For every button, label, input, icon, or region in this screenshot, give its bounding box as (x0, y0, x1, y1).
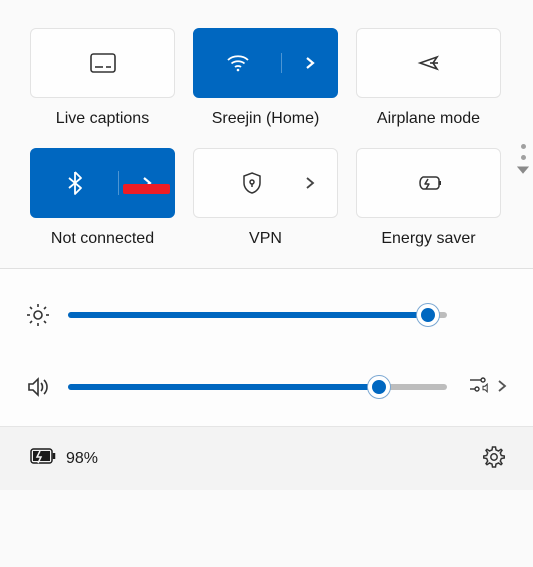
energy-saver-icon (416, 174, 442, 192)
wifi-expand-button[interactable] (282, 56, 337, 70)
bluetooth-icon (67, 171, 83, 195)
audio-expand-button[interactable] (497, 379, 507, 395)
scroll-hint (517, 144, 529, 174)
battery-icon (30, 448, 56, 469)
volume-row (26, 375, 507, 398)
audio-output-button[interactable] (469, 375, 491, 398)
energy-saver-tile[interactable] (356, 148, 501, 218)
sliders-section (0, 269, 533, 426)
shield-lock-icon (242, 171, 262, 195)
vpn-tile[interactable] (193, 148, 338, 218)
brightness-row (26, 303, 507, 327)
gear-icon (483, 446, 505, 468)
vpn-expand-button[interactable] (282, 177, 337, 189)
brightness-icon (26, 303, 50, 327)
wifi-tile[interactable] (193, 28, 338, 98)
tile-label: VPN (249, 230, 282, 248)
speaker-icon (26, 376, 50, 398)
live-captions-tile[interactable] (30, 28, 175, 98)
wifi-icon (226, 53, 250, 73)
battery-status[interactable]: 98% (30, 448, 98, 469)
tile-label: Energy saver (381, 230, 475, 248)
highlight-box (123, 184, 170, 194)
volume-slider[interactable] (68, 384, 447, 390)
bottom-bar: 98% (0, 426, 533, 490)
battery-text: 98% (66, 450, 98, 468)
bluetooth-expand-button[interactable] (119, 176, 174, 190)
tile-label: Live captions (56, 110, 149, 128)
tile-label: Sreejin (Home) (212, 110, 320, 128)
tile-label: Airplane mode (377, 110, 480, 128)
chevron-right-icon (304, 177, 316, 189)
chevron-right-icon (303, 56, 317, 70)
brightness-slider[interactable] (68, 312, 447, 318)
tile-label: Not connected (51, 230, 154, 248)
quick-settings-tiles: Live captions (0, 0, 533, 268)
settings-button[interactable] (483, 446, 505, 471)
captions-icon (90, 53, 116, 73)
airplane-icon (417, 52, 441, 74)
bluetooth-tile[interactable] (30, 148, 175, 218)
airplane-mode-tile[interactable] (356, 28, 501, 98)
